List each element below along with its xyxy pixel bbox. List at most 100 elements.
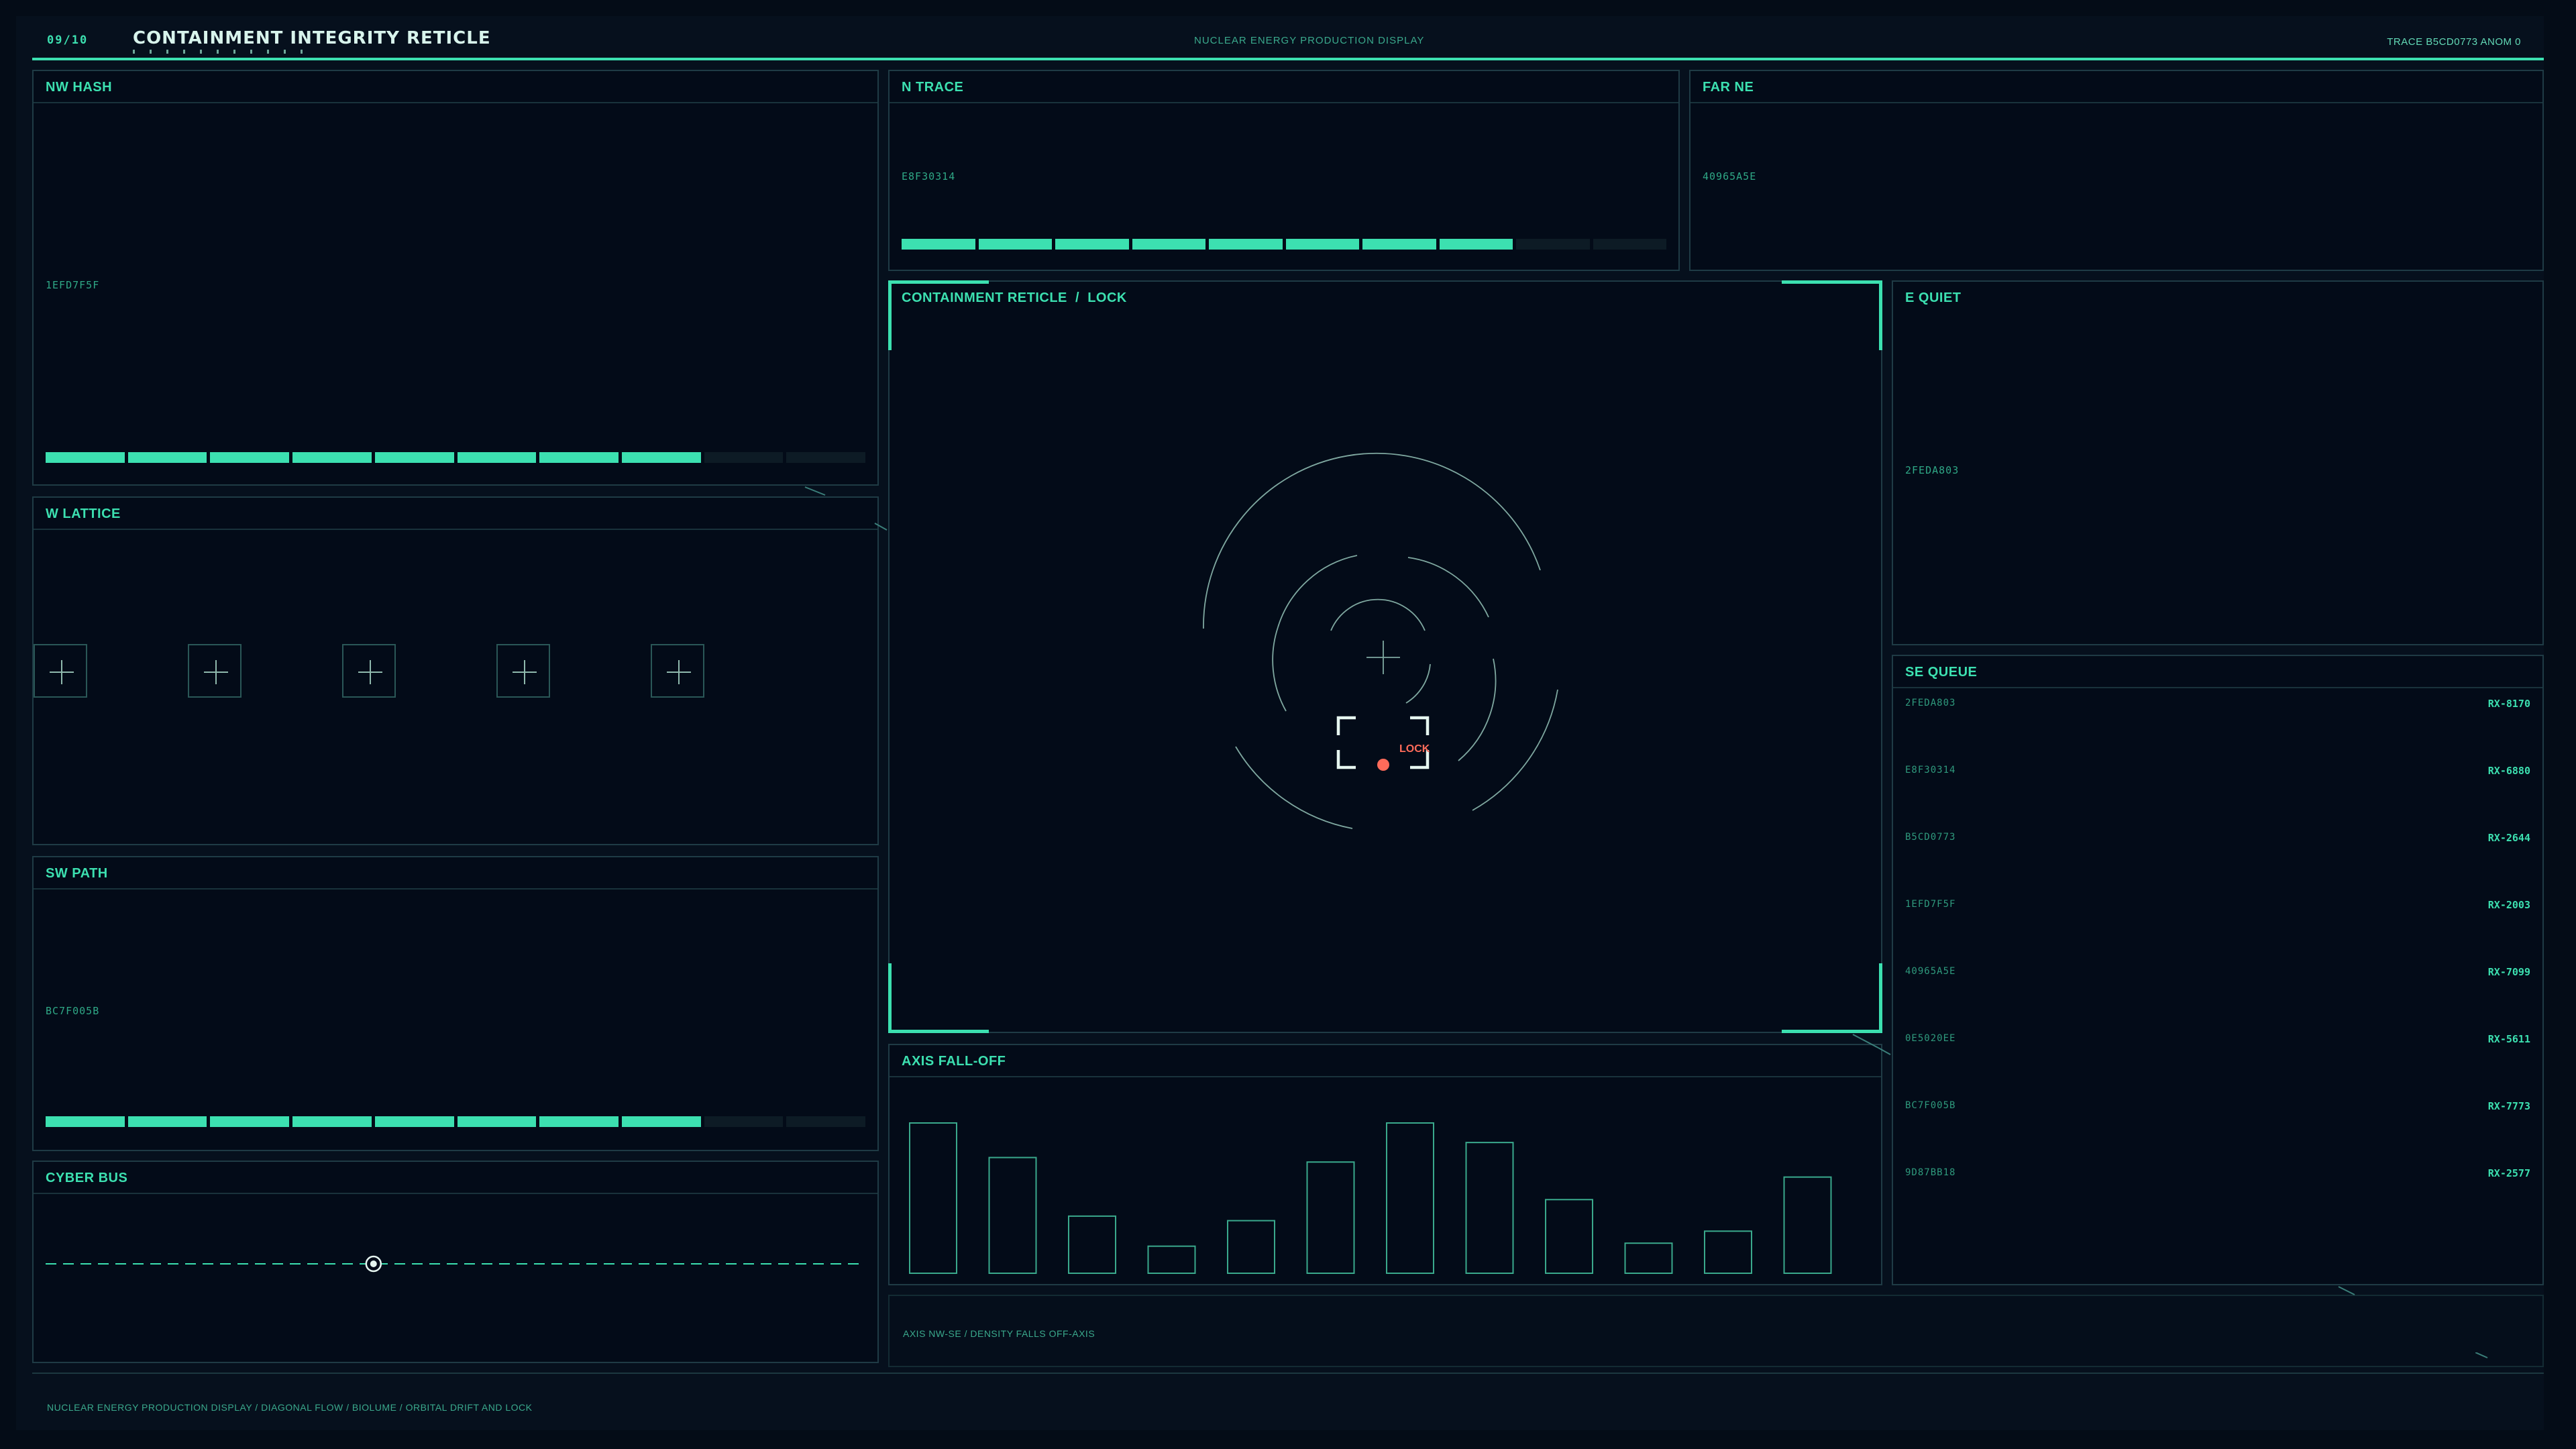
queue-code: RX-7099: [2487, 966, 2530, 978]
panel-n-trace: N TRACE E8F30314: [888, 70, 1680, 271]
quiet-code: 2FEDA803: [1905, 464, 1960, 476]
progress-bar: [46, 452, 866, 463]
progress-segment: [539, 452, 619, 463]
panel-se-queue: SE QUEUE 2FEDA803 RX-8170 E8F30314 RX-6880 B…: [1892, 655, 2544, 1285]
panel-e-quiet: E QUIET 2FEDA803: [1892, 280, 2544, 645]
progress-segment: [539, 1116, 619, 1127]
panel-reticle: CONTAINMENT RETICLE / LOCK LOCK: [888, 280, 1882, 1033]
middle-ring-arc: [1407, 557, 1489, 618]
falloff-bar: [1227, 1220, 1275, 1275]
falloff-bar: [1068, 1215, 1116, 1275]
panel-far-ne: FAR NE 40965A5E: [1689, 70, 2544, 271]
panel-title: NW HASH: [46, 80, 113, 95]
falloff-chart: [909, 1122, 1832, 1275]
panel-header: SE QUEUE: [1893, 656, 2542, 688]
progress-segment: [786, 1116, 866, 1127]
lock-target-dot: [1377, 759, 1389, 771]
queue-code: RX-2003: [2487, 899, 2530, 911]
inner-ring-arc: [1330, 598, 1426, 631]
queue-code: RX-5611: [2487, 1033, 2530, 1045]
panel-header: E QUIET: [1893, 282, 2542, 313]
lock-label: LOCK: [1399, 743, 1430, 755]
queue-code: RX-2577: [2487, 1167, 2530, 1179]
progress-segment: [374, 452, 454, 463]
queue-code: RX-8170: [2487, 698, 2530, 710]
falloff-bar: [1624, 1242, 1673, 1275]
progress-segment: [1132, 239, 1205, 250]
lattice-node[interactable]: [342, 644, 396, 698]
falloff-bar: [1465, 1142, 1514, 1274]
panel-title: W LATTICE: [46, 506, 121, 521]
progress-segment: [978, 239, 1052, 250]
panel-header: SW PATH: [34, 857, 877, 890]
falloff-bar: [988, 1157, 1037, 1274]
progress-segment: [1285, 239, 1359, 250]
queue-row[interactable]: 2FEDA803 RX-8170: [1905, 698, 2530, 711]
queue-id: 40965A5E: [1905, 966, 1956, 977]
queue-row[interactable]: 40965A5E RX-7099: [1905, 966, 2530, 979]
queue-row[interactable]: BC7F005B RX-7773: [1905, 1100, 2530, 1114]
progress-segment: [292, 1116, 372, 1127]
progress-segment: [210, 1116, 290, 1127]
queue-row[interactable]: E8F30314 RX-6880: [1905, 765, 2530, 778]
progress-segment: [786, 452, 866, 463]
progress-bar: [46, 1116, 866, 1127]
progress-segment: [1593, 239, 1666, 250]
middle-ring-arc: [1272, 627, 1287, 712]
queue-id: B5CD0773: [1905, 832, 1956, 843]
progress-segment: [46, 1116, 125, 1127]
progress-segment: [1209, 239, 1283, 250]
progress-segment: [704, 1116, 784, 1127]
panel-cyber-bus: CYBER BUS: [32, 1161, 879, 1363]
progress-bar: [902, 239, 1666, 250]
progress-segment: [457, 1116, 537, 1127]
lattice-node[interactable]: [34, 644, 87, 698]
panel-title: SW PATH: [46, 866, 108, 881]
footer-divider: [32, 1373, 2544, 1374]
panel-axis-falloff: AXIS FALL-OFF: [888, 1044, 1882, 1285]
panel-w-lattice: W LATTICE: [32, 496, 879, 845]
queue-id: BC7F005B: [1905, 1100, 1956, 1111]
header-divider: [32, 58, 2544, 60]
progress-segment: [1439, 239, 1513, 250]
falloff-bar: [1783, 1176, 1832, 1274]
queue-row[interactable]: 0E5020EE RX-5611: [1905, 1033, 2530, 1046]
title-ticks: [133, 50, 347, 55]
progress-segment: [1516, 239, 1590, 250]
bus-track: [46, 1255, 865, 1273]
queue-id: 0E5020EE: [1905, 1033, 1956, 1044]
outer-ring-arc: [1235, 746, 1353, 829]
lattice-node[interactable]: [188, 644, 241, 698]
trace-status: TRACE B5CD0773 ANOM 0: [2387, 36, 2521, 48]
lattice-node[interactable]: [496, 644, 550, 698]
trace-code: E8F30314: [902, 170, 956, 182]
queue-id: 9D87BB18: [1905, 1167, 1956, 1178]
progress-segment: [1055, 239, 1129, 250]
queue-id: E8F30314: [1905, 765, 1956, 775]
panel-title: E QUIET: [1905, 290, 1962, 305]
falloff-bar: [1306, 1161, 1355, 1274]
queue-code: RX-2644: [2487, 832, 2530, 844]
page-counter: 09/10: [47, 34, 89, 47]
progress-segment: [1362, 239, 1436, 250]
progress-segment: [457, 452, 537, 463]
middle-ring-arc: [1458, 658, 1497, 761]
progress-segment: [704, 452, 784, 463]
progress-segment: [292, 452, 372, 463]
lattice-node[interactable]: [651, 644, 704, 698]
panel-header: W LATTICE: [34, 498, 877, 530]
page-title: CONTAINMENT INTEGRITY RETICLE: [133, 28, 491, 48]
queue-row[interactable]: 1EFD7F5F RX-2003: [1905, 899, 2530, 912]
panel-nw-hash: NW HASH 1EFD7F5F: [32, 70, 879, 486]
progress-segment: [902, 239, 975, 250]
progress-segment: [210, 452, 290, 463]
panel-header: NW HASH: [34, 71, 877, 103]
progress-segment: [46, 452, 125, 463]
far-ne-code: 40965A5E: [1703, 170, 1757, 182]
path-code: BC7F005B: [46, 1005, 100, 1017]
panel-title: N TRACE: [902, 80, 964, 95]
falloff-bar: [1704, 1230, 1752, 1274]
bus-marker-icon[interactable]: [365, 1255, 382, 1273]
queue-row[interactable]: B5CD0773 RX-2644: [1905, 832, 2530, 845]
queue-row[interactable]: 9D87BB18 RX-2577: [1905, 1167, 2530, 1181]
